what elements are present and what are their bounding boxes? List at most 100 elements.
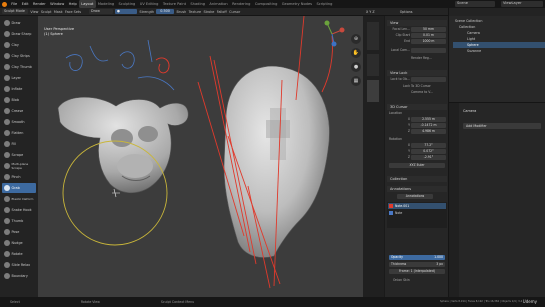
cursor-x-field[interactable]: 2.555 m [411, 117, 446, 122]
pan-hand-icon[interactable]: ✋ [351, 48, 361, 58]
tool-clay-thumb[interactable]: Clay Thumb [2, 62, 36, 72]
workspace-tab-compositing[interactable]: Compositing [253, 0, 280, 8]
radius-field[interactable]: ● [115, 8, 138, 15]
viewport-canvas[interactable] [38, 16, 363, 297]
workspace-tab-shading[interactable]: Shading [188, 0, 207, 8]
camera-view-icon[interactable]: ● [351, 62, 361, 72]
clip-start-field[interactable]: 0.01 m [411, 33, 446, 38]
tool-layer[interactable]: Layer [2, 73, 36, 83]
annotation-layer-item[interactable]: Note [388, 210, 446, 216]
workspace-tab-modeling[interactable]: Modeling [96, 0, 117, 8]
workspace-tab-sculpting[interactable]: Sculpting [116, 0, 137, 8]
menu-face-sets[interactable]: Face Sets [65, 10, 81, 14]
onion-skin-checkbox[interactable]: Onion Skin [393, 278, 410, 284]
tool-blob[interactable]: Blob [2, 95, 36, 105]
tool-grab[interactable]: Grab [2, 183, 36, 193]
orientation-gizmo[interactable] [318, 20, 346, 48]
tab-view[interactable] [367, 80, 379, 102]
tab-item[interactable] [367, 22, 379, 50]
menu-falloff[interactable]: Falloff [217, 10, 227, 14]
render-region-row[interactable]: Render Reg... [387, 56, 447, 62]
annotation-layer-item[interactable]: Note.001 [388, 203, 446, 209]
menu-edit[interactable]: Edit [19, 2, 30, 6]
frame-mode-dropdown[interactable]: Frame: 1 (Interpolated) [389, 269, 445, 274]
tool-thumb[interactable]: Thumb [2, 216, 36, 226]
workspace-tab-scripting[interactable]: Scripting [314, 0, 334, 8]
options-menu[interactable]: Options [400, 10, 413, 14]
menu-brush[interactable]: Brush [176, 10, 186, 14]
tool-inflate[interactable]: Inflate [2, 84, 36, 94]
menu-view[interactable]: View [30, 10, 38, 14]
menu-file[interactable]: File [9, 2, 19, 6]
local-camera-field[interactable] [411, 48, 446, 53]
tool-rotate[interactable]: Rotate [2, 249, 36, 259]
workspace-tab-animation[interactable]: Animation [207, 0, 230, 8]
menu-help[interactable]: Help [66, 2, 79, 6]
menu-window[interactable]: Window [48, 2, 67, 6]
render-region-checkbox[interactable]: Render Reg... [411, 56, 432, 62]
view-layer-selector[interactable]: ViewLayer [501, 1, 543, 7]
tool-clay-strips[interactable]: Clay Strips [2, 51, 36, 61]
tool-elastic-deform[interactable]: Elastic Deform [2, 194, 36, 204]
tool-snake-hook[interactable]: Snake Hook [2, 205, 36, 215]
menu-render[interactable]: Render [31, 2, 48, 6]
tool-smooth[interactable]: Smooth [2, 117, 36, 127]
menu-sculpt[interactable]: Sculpt [41, 10, 52, 14]
3d-viewport[interactable] [38, 16, 363, 297]
cursor-rz-field[interactable]: -2.91° [411, 155, 446, 160]
workspace-tab-texture-paint[interactable]: Texture Paint [161, 0, 189, 8]
annotations-section-header[interactable]: Annotations [387, 186, 447, 192]
tool-nudge[interactable]: Nudge [2, 238, 36, 248]
tool-pinch[interactable]: Pinch [2, 172, 36, 182]
symmetry-axes[interactable]: X Y Z [366, 10, 375, 14]
scene-selector[interactable]: Scene [455, 1, 495, 7]
tab-tool[interactable] [367, 54, 379, 76]
clip-end-field[interactable]: 1000 m [411, 39, 446, 44]
perspective-toggle-icon[interactable]: ▦ [351, 76, 361, 86]
tool-crease[interactable]: Crease [2, 106, 36, 116]
tool-flatten[interactable]: Flatten [2, 128, 36, 138]
cursor-rx-field[interactable]: 77.2° [411, 143, 446, 148]
opacity-slider[interactable]: Opacity 1.000 [389, 255, 445, 260]
workspace-tab-rendering[interactable]: Rendering [230, 0, 253, 8]
zoom-icon[interactable]: ⊕ [351, 34, 361, 44]
workspace-tab-uv-editing[interactable]: UV Editing [138, 0, 161, 8]
annotations-datablock-field[interactable]: Annotations [397, 194, 433, 199]
strength-field[interactable]: 0.500 [156, 8, 175, 15]
tool-clay[interactable]: Clay [2, 40, 36, 50]
thickness-field[interactable]: Thickness 3 px [389, 262, 445, 267]
menu-cursor[interactable]: Cursor [229, 10, 240, 14]
tool-boundary[interactable]: Boundary [2, 271, 36, 281]
tool-scrape[interactable]: Scrape [2, 150, 36, 160]
lock-to-object-field[interactable] [411, 77, 446, 82]
add-modifier-dropdown[interactable]: Add Modifier [463, 123, 541, 129]
tool-draw-sharp[interactable]: Draw Sharp [2, 29, 36, 39]
onion-skin-row[interactable]: Onion Skin [387, 278, 447, 284]
camera-to-view-row[interactable]: Camera to V... [387, 90, 447, 96]
tool-multiplane-scrape[interactable]: Multi-plane Scrape [2, 161, 36, 171]
tool-slide-relax[interactable]: Slide Relax [2, 260, 36, 270]
workspace-tab-geometry-nodes[interactable]: Geometry Nodes [280, 0, 315, 8]
brush-selector[interactable]: Draw [89, 8, 114, 15]
tool-draw[interactable]: Draw [2, 18, 36, 28]
outliner-item-suzanne[interactable]: Suzanne [453, 48, 545, 54]
menu-mask[interactable]: Mask [54, 10, 63, 14]
workspace-tab-layout[interactable]: Layout [79, 0, 96, 8]
view-lock-section-header[interactable]: View Lock [387, 70, 447, 76]
lock-to-3d-cursor-checkbox[interactable]: To 3D Cursor [411, 84, 431, 90]
cursor-ry-field[interactable]: 0.072° [411, 149, 446, 154]
cursor-z-field[interactable]: 4.986 m [411, 129, 446, 134]
cursor-y-field[interactable]: -0.1472 m [411, 123, 446, 128]
focal-length-field[interactable]: 50 mm [411, 27, 446, 32]
menu-texture[interactable]: Texture [189, 10, 201, 14]
tool-fill[interactable]: Fill [2, 139, 36, 149]
tool-pose[interactable]: Pose [2, 227, 36, 237]
menu-stroke[interactable]: Stroke [203, 10, 214, 14]
camera-to-view-checkbox[interactable]: Camera to V... [411, 90, 433, 96]
view-section-header[interactable]: View [387, 20, 447, 26]
blender-logo-icon[interactable] [2, 1, 7, 7]
rotation-mode-dropdown[interactable]: XYZ Euler [389, 163, 445, 168]
3d-cursor-section-header[interactable]: 3D Cursor [387, 104, 447, 110]
mode-selector[interactable]: Sculpt Mode [2, 8, 28, 15]
collection-section-header[interactable]: Collection [387, 176, 447, 182]
